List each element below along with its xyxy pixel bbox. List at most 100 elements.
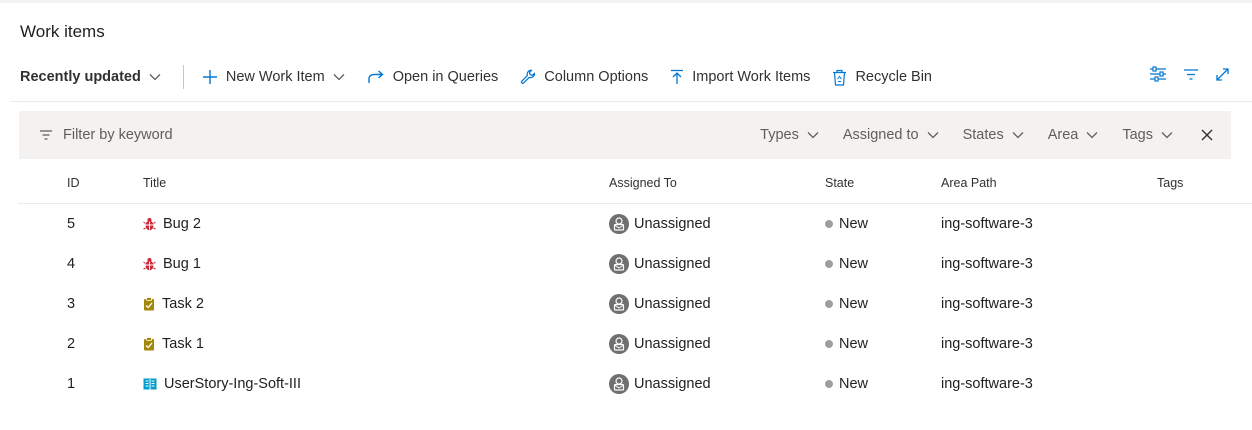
open-in-queries-label: Open in Queries [392, 69, 499, 85]
area-filter-dropdown[interactable]: Area [1048, 127, 1099, 143]
assigned-to-cell: Unassigned [609, 244, 711, 284]
assigned-to-filter-dropdown[interactable]: Assigned to [843, 127, 939, 143]
assigned-to-cell: Unassigned [609, 204, 711, 244]
unassigned-avatar-icon [609, 334, 629, 354]
state-cell: New [825, 284, 868, 324]
view-controls [1133, 66, 1230, 82]
recycle-bin-button[interactable]: Recycle Bin [832, 69, 932, 86]
work-item-id: 1 [67, 376, 76, 392]
close-icon[interactable] [1201, 129, 1213, 141]
state-indicator-dot [825, 380, 833, 388]
assigned-to-value: Unassigned [634, 376, 711, 392]
tags-filter-label: Tags [1122, 127, 1153, 143]
work-item-id: 3 [67, 296, 76, 312]
page-title: Work items [20, 22, 105, 41]
area-path-value: ing-software-3 [941, 216, 1033, 232]
state-indicator-dot [825, 340, 833, 348]
keyword-filter-placeholder: Filter by keyword [63, 127, 173, 143]
chevron-down-icon [1012, 131, 1024, 139]
unassigned-avatar-icon [609, 214, 629, 234]
state-value: New [839, 256, 869, 272]
state-value: New [839, 216, 869, 232]
recycle-bin-icon [832, 69, 847, 86]
view-options-icon[interactable] [1149, 66, 1167, 82]
work-item-title[interactable]: UserStory-Ing-Soft-III [164, 376, 301, 392]
view-picker-dropdown[interactable]: Recently updated [20, 69, 161, 85]
unassigned-avatar-icon [609, 254, 629, 274]
column-header-area-path[interactable]: Area Path [941, 166, 997, 199]
assigned-to-cell: Unassigned [609, 324, 711, 364]
top-border [0, 0, 1252, 3]
assigned-to-value: Unassigned [634, 216, 711, 232]
assigned-to-value: Unassigned [634, 256, 711, 272]
work-item-title-cell[interactable]: Bug 1 [143, 244, 201, 284]
filter-bar: Filter by keyword Types Assigned to Stat… [19, 111, 1231, 159]
column-header-tags[interactable]: Tags [1157, 166, 1183, 199]
assigned-to-value: Unassigned [634, 296, 711, 312]
state-cell: New [825, 324, 868, 364]
column-header-title[interactable]: Title [143, 166, 166, 199]
state-indicator-dot [825, 260, 833, 268]
area-filter-label: Area [1047, 127, 1079, 143]
work-items-list: 5 Bug 2 Unassigned New ing-software-3 4 … [18, 204, 1252, 404]
work-item-title[interactable]: Task 1 [162, 336, 204, 352]
plus-icon [202, 69, 218, 85]
import-work-items-label: Import Work Items [692, 69, 811, 85]
fullscreen-icon[interactable] [1215, 67, 1230, 82]
chevron-down-icon [807, 131, 819, 139]
state-cell: New [825, 364, 868, 404]
task-icon [143, 337, 155, 351]
chevron-down-icon [1086, 131, 1098, 139]
types-filter-dropdown[interactable]: Types [760, 127, 819, 143]
state-cell: New [825, 204, 868, 244]
work-item-id: 5 [67, 216, 76, 232]
work-item-id: 4 [67, 256, 76, 272]
assigned-to-cell: Unassigned [609, 284, 711, 324]
open-in-queries-button[interactable]: Open in Queries [367, 69, 499, 85]
state-indicator-dot [825, 220, 833, 228]
states-filter-label: States [962, 127, 1004, 143]
column-header-id[interactable]: ID [67, 166, 80, 199]
table-row[interactable]: 3 Task 2 Unassigned New ing-software-3 [18, 284, 1252, 324]
work-item-title[interactable]: Task 2 [162, 296, 204, 312]
column-header-state[interactable]: State [825, 166, 854, 199]
types-filter-label: Types [760, 127, 799, 143]
upload-icon [670, 69, 684, 85]
column-header-assigned-to[interactable]: Assigned To [609, 166, 677, 199]
work-item-title[interactable]: Bug 1 [163, 256, 201, 272]
toolbar-divider [10, 101, 1252, 102]
work-item-title-cell[interactable]: UserStory-Ing-Soft-III [143, 364, 301, 404]
table-row[interactable]: 4 Bug 1 Unassigned New ing-software-3 [18, 244, 1252, 284]
filter-icon[interactable] [1183, 67, 1199, 81]
toolbar: Recently updated New Work Item Open in Q… [20, 64, 1230, 90]
import-work-items-button[interactable]: Import Work Items [670, 69, 810, 85]
wrench-icon [520, 69, 536, 85]
work-item-title-cell[interactable]: Task 2 [143, 284, 204, 324]
new-work-item-button[interactable]: New Work Item [202, 69, 345, 85]
new-work-item-label: New Work Item [225, 69, 325, 85]
tags-filter-dropdown[interactable]: Tags [1122, 127, 1173, 143]
state-value: New [839, 296, 869, 312]
chevron-down-icon [1161, 131, 1173, 139]
unassigned-avatar-icon [609, 294, 629, 314]
states-filter-dropdown[interactable]: States [963, 127, 1024, 143]
redo-arrow-icon [367, 69, 385, 85]
chevron-down-icon [927, 131, 939, 139]
work-item-title[interactable]: Bug 2 [163, 216, 201, 232]
bug-icon [143, 257, 156, 271]
table-row[interactable]: 1 UserStory-Ing-Soft-III Unassigned New … [18, 364, 1252, 404]
keyword-filter-input[interactable]: Filter by keyword [39, 127, 760, 143]
work-item-title-cell[interactable]: Task 1 [143, 324, 204, 364]
chevron-down-icon [141, 69, 161, 85]
column-options-button[interactable]: Column Options [520, 69, 648, 85]
user-story-icon [143, 378, 157, 390]
work-item-id: 2 [67, 336, 76, 352]
work-item-title-cell[interactable]: Bug 2 [143, 204, 201, 244]
state-value: New [839, 336, 869, 352]
bug-icon [143, 217, 156, 231]
table-row[interactable]: 2 Task 1 Unassigned New ing-software-3 [18, 324, 1252, 364]
table-row[interactable]: 5 Bug 2 Unassigned New ing-software-3 [18, 204, 1252, 244]
area-path-value: ing-software-3 [941, 256, 1033, 272]
state-cell: New [825, 244, 868, 284]
toolbar-separator [182, 65, 184, 89]
